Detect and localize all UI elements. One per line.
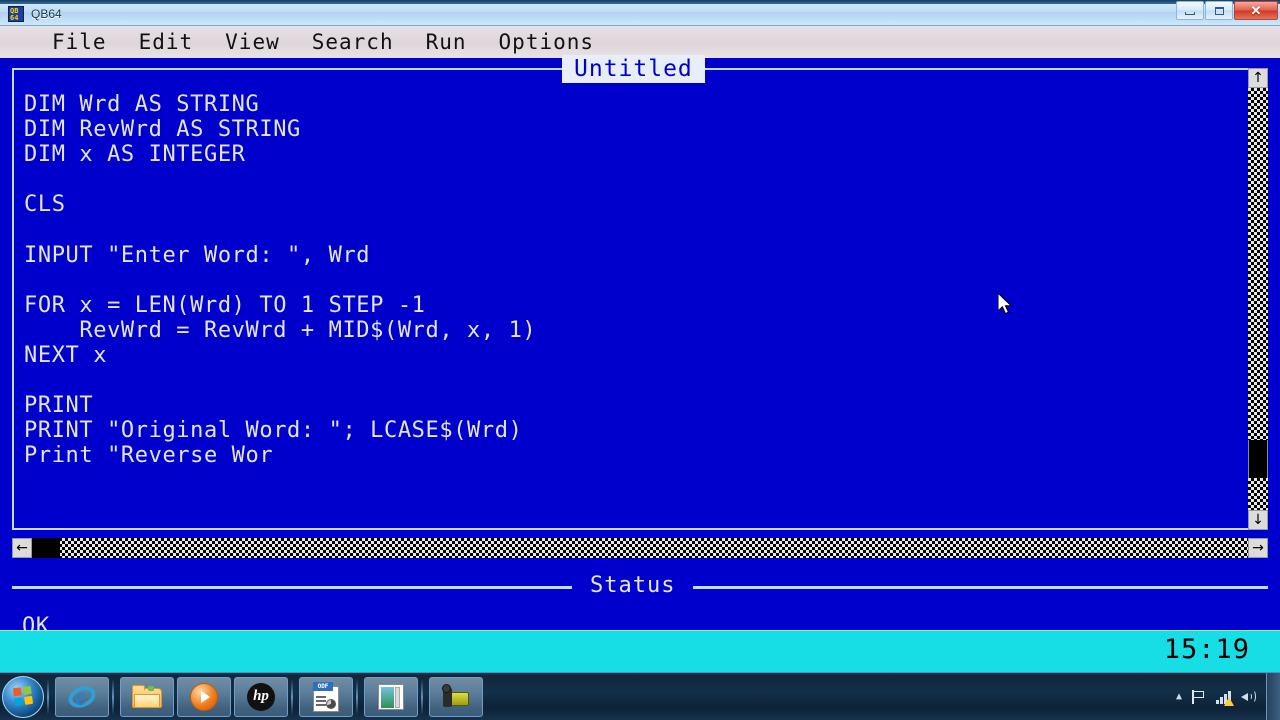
code-line: PRINT [24,393,94,419]
status-title: Status [572,573,694,599]
warning-icon [1224,697,1234,706]
windows-logo-icon [12,685,33,707]
code-line: DIM x AS INTEGER [24,142,246,168]
menu-item-search[interactable]: Search [312,31,394,53]
menu-item-file[interactable]: File [52,31,107,53]
taskbar-divider [291,678,293,715]
start-button[interactable] [2,675,44,718]
vertical-scrollbar[interactable]: ↑ ↓ [1248,68,1268,530]
minimize-icon [1185,11,1195,15]
show-desktop-button[interactable] [1266,673,1280,720]
close-button[interactable]: ✕ [1234,1,1278,20]
taskbar-button-odf-document[interactable]: ODF [299,676,353,717]
close-icon: ✕ [1250,3,1262,18]
taskbar-divider [47,678,49,715]
odf-document-icon: ODF [313,681,339,712]
qb64-window-icon [378,683,404,710]
chevron-up-icon: ▲ [1175,691,1182,702]
action-center-button[interactable] [1192,690,1206,704]
volume-button[interactable] [1241,690,1256,704]
code-line: FOR x = LEN(Wrd) TO 1 STEP -1 [24,292,426,318]
menu-item-run[interactable]: Run [426,31,467,53]
code-line: DIM RevWrd AS STRING [24,117,301,143]
horizontal-scroll-thumb[interactable] [32,538,60,558]
qb64-bottom-bar: 15:19 [0,630,1280,672]
taskbar-button-media-player[interactable] [177,676,231,717]
menu-item-view[interactable]: View [225,31,280,53]
editor-tab-title[interactable]: Untitled [562,55,705,83]
minimize-button[interactable] [1176,1,1204,20]
editor-frame: Untitled DIM Wrd AS STRING DIM RevWrd AS… [12,55,1268,530]
show-hidden-icons-button[interactable]: ▲ [1176,692,1182,702]
taskbar-button-hp[interactable]: hp [234,676,288,717]
network-status-button[interactable] [1216,690,1234,706]
windows-taskbar: e hp ODF ▲ [0,672,1280,720]
code-line: Print "Reverse Wor [24,443,274,469]
camera-icon [441,683,471,710]
maximize-icon [1214,6,1224,15]
code-editor[interactable]: DIM Wrd AS STRING DIM RevWrd AS STRING D… [24,92,1239,502]
network-icon [1216,690,1234,706]
window-titlebar[interactable]: QB 64 QB64 ✕ [0,0,1280,26]
taskbar-divider [112,678,114,715]
scroll-right-icon[interactable]: → [1248,538,1268,558]
qb64-workspace: Untitled DIM Wrd AS STRING DIM RevWrd AS… [0,55,1280,639]
clock-display: 15:19 [1163,634,1250,665]
code-line: RevWrd = RevWrd + MID$(Wrd, x, 1) [24,317,537,343]
code-line: DIM Wrd AS STRING [24,92,260,117]
vertical-scroll-thumb[interactable] [1248,440,1268,478]
vertical-scroll-track[interactable] [1248,88,1268,510]
scroll-left-icon[interactable]: ← [12,538,32,558]
taskbar-divider [421,678,423,715]
maximize-button[interactable] [1205,1,1233,20]
horizontal-scroll-track[interactable] [32,538,1248,558]
scroll-up-icon[interactable]: ↑ [1248,68,1268,88]
taskbar-button-camera[interactable] [429,676,483,717]
window-controls: ✕ [1175,1,1278,20]
system-tray: ▲ [1176,673,1280,720]
taskbar-button-internet-explorer[interactable]: e [55,676,109,717]
qb64-icon: QB 64 [8,6,24,22]
code-line: INPUT "Enter Word: ", Wrd [24,242,371,268]
menu-item-options[interactable]: Options [499,31,595,53]
window-title: QB64 [31,7,62,21]
code-line: CLS [24,192,66,218]
code-line: NEXT x [24,342,108,368]
taskbar-button-qb64[interactable] [364,676,418,717]
hp-icon: hp [247,682,275,711]
internet-explorer-icon: e [65,681,99,712]
odf-badge-label: ODF [313,681,333,691]
volume-icon [1241,690,1256,704]
taskbar-button-windows-explorer[interactable] [120,676,174,717]
flag-icon [1192,690,1206,704]
taskbar-divider [356,678,358,715]
folder-icon [132,684,162,709]
scroll-down-icon[interactable]: ↓ [1248,510,1268,530]
code-line: PRINT "Original Word: "; LCASE$(Wrd) [24,418,523,444]
menu-item-edit[interactable]: Edit [139,31,194,53]
media-player-icon [190,682,218,711]
horizontal-scrollbar[interactable]: ← → [12,538,1268,558]
